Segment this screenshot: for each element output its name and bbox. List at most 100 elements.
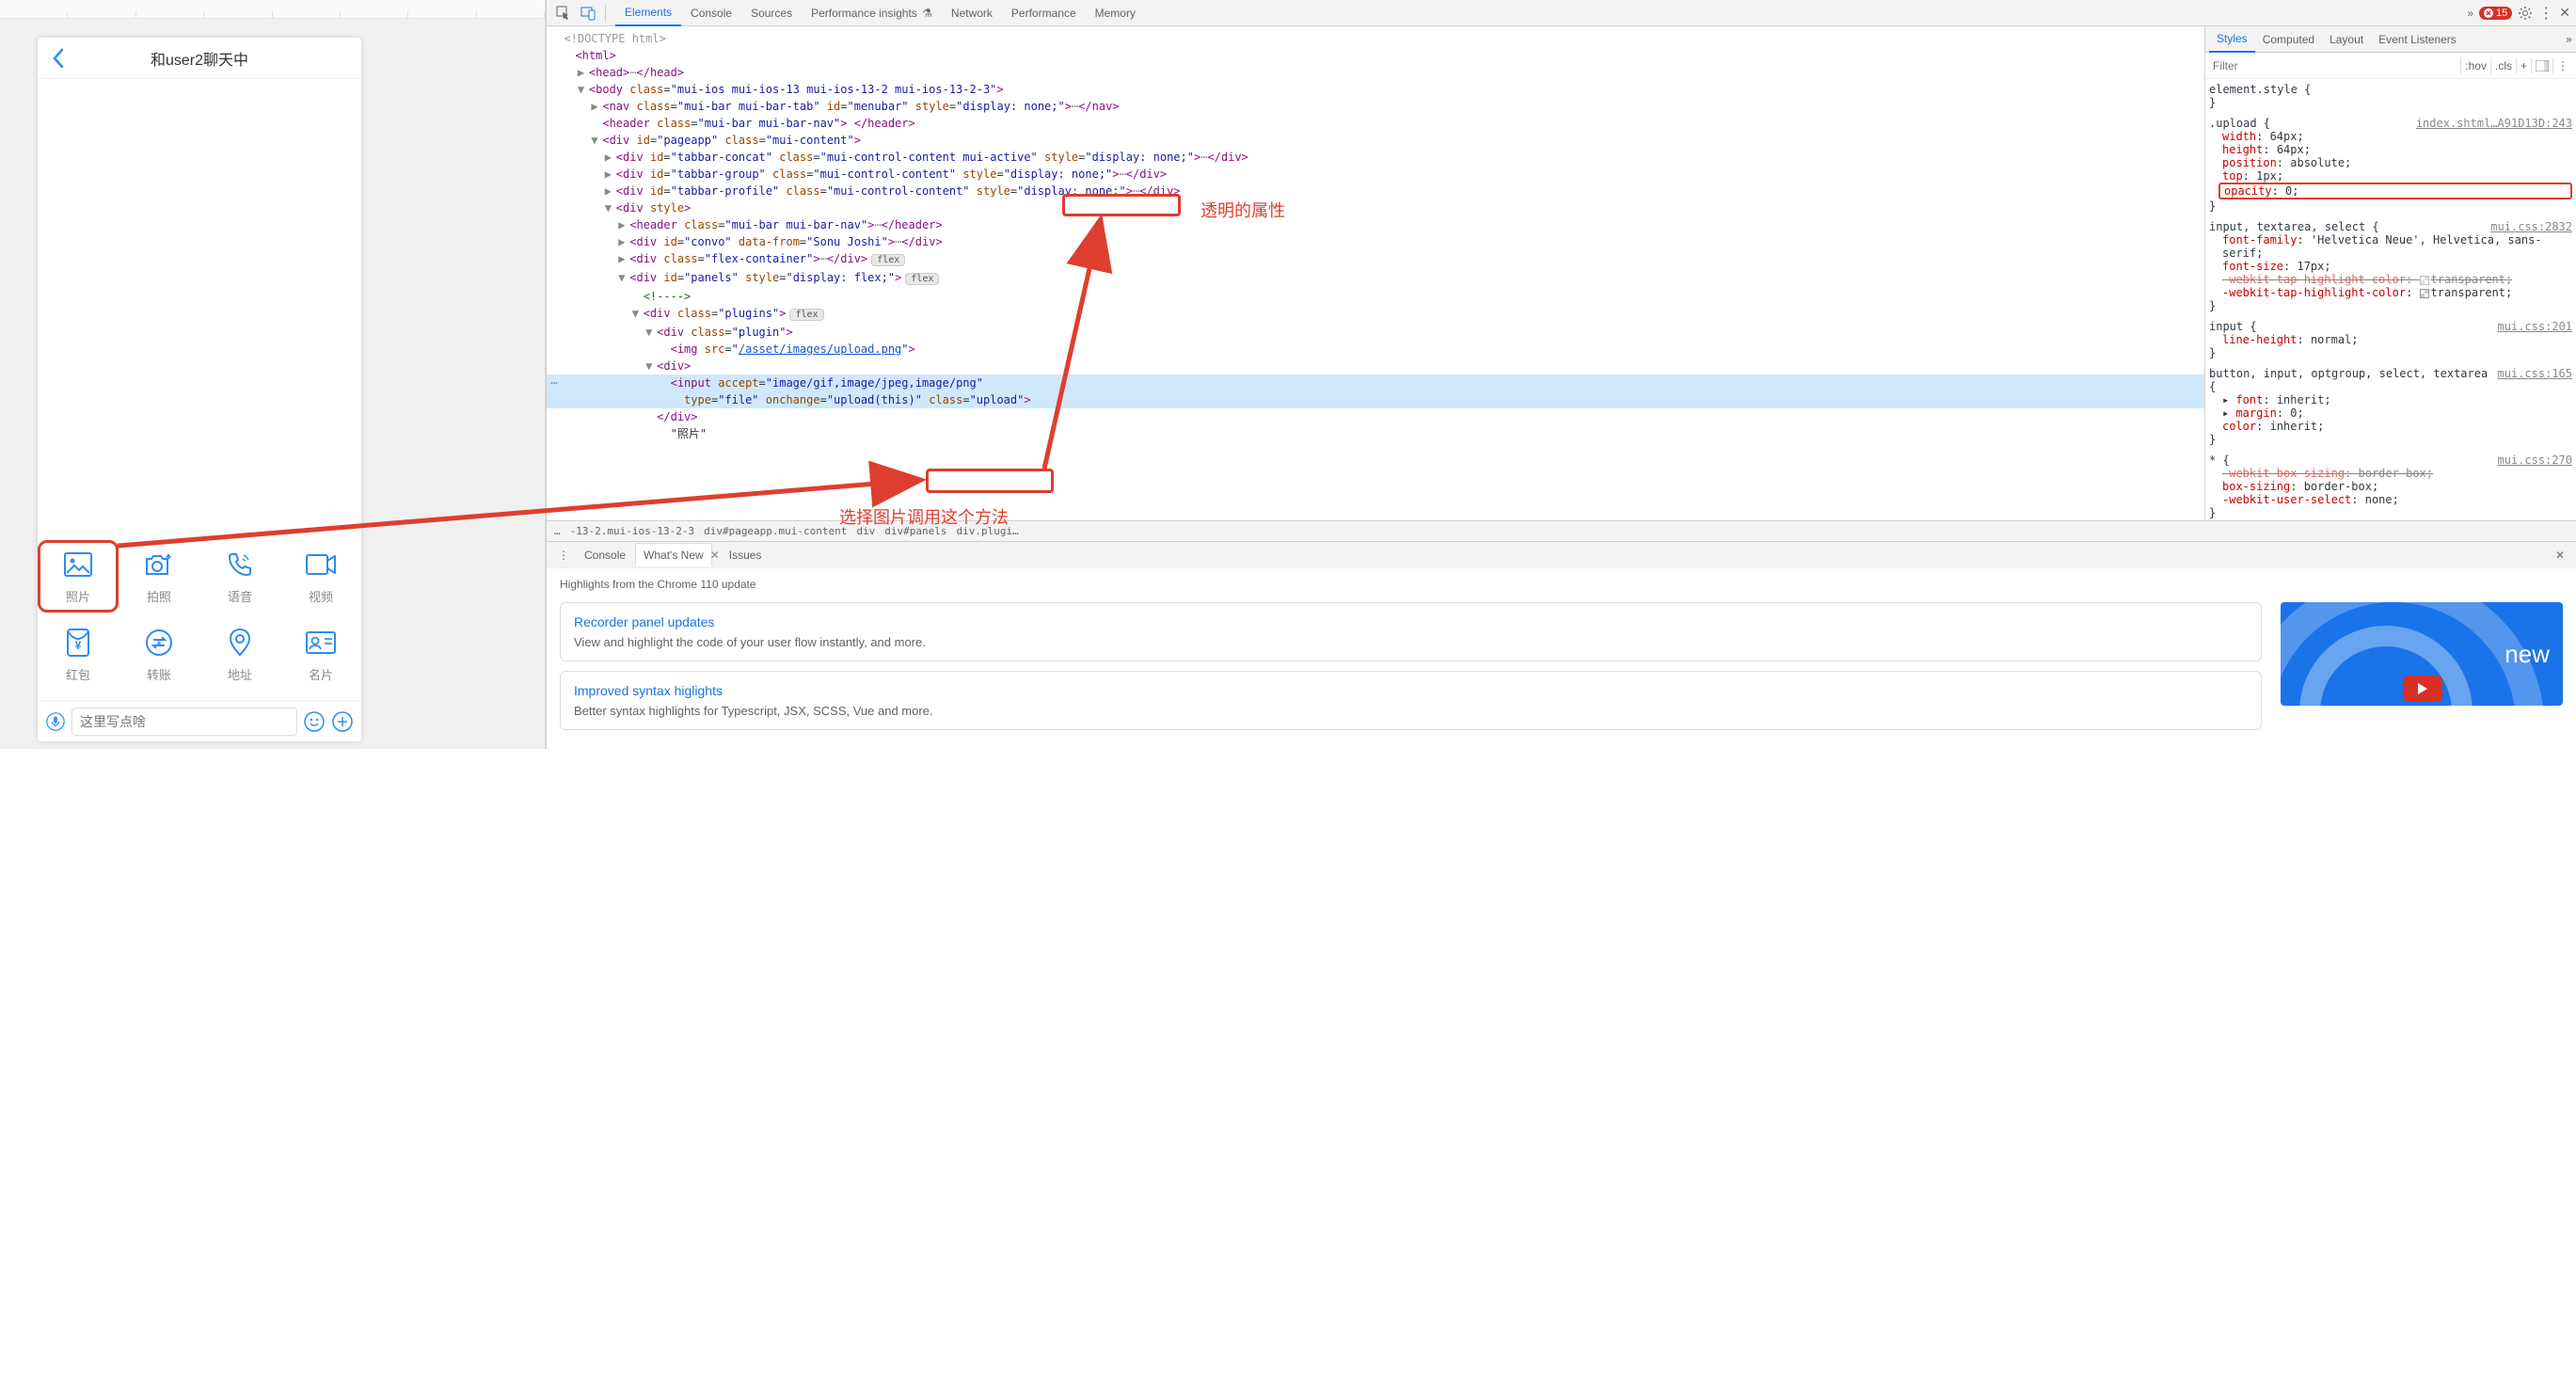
dom-node[interactable]: ▶<div id="tabbar-concat" class="mui-cont… xyxy=(547,149,2204,166)
css-rule[interactable]: index.shtml…A91D13D:243.upload {width: 6… xyxy=(2209,117,2572,213)
dom-node[interactable]: <input accept="image/gif,image/jpeg,imag… xyxy=(547,374,2204,391)
styles-filter-input[interactable] xyxy=(2209,56,2460,76)
plugin-label: 红包 xyxy=(66,665,90,683)
devtools-tab-sources[interactable]: Sources xyxy=(741,1,802,25)
elements-tree[interactable]: <!DOCTYPE html> <html> ▶<head>⋯</head> ▼… xyxy=(547,26,2204,520)
close-whatsnew-tab[interactable]: ✕ xyxy=(710,549,720,562)
styles-tab-styles[interactable]: Styles xyxy=(2209,26,2255,53)
rule-source-link[interactable]: mui.css:201 xyxy=(2498,320,2572,333)
dom-node[interactable]: <header class="mui-bar mui-bar-nav"> </h… xyxy=(547,115,2204,132)
rule-source-link[interactable]: mui.css:165 xyxy=(2498,367,2572,380)
plugin-camera-plus[interactable]: 拍照 xyxy=(119,540,199,613)
css-rule[interactable]: mui.css:270* {-webkit-box-sizing: border… xyxy=(2209,454,2572,519)
dom-node[interactable]: "照片" xyxy=(547,425,2204,442)
dom-node[interactable]: ▼<div id="panels" style="display: flex;"… xyxy=(547,269,2204,288)
dom-node[interactable]: ▼<div class="plugin"> xyxy=(547,324,2204,341)
hov-toggle[interactable]: :hov xyxy=(2460,57,2490,74)
dom-node[interactable]: ▼<div id="pageapp" class="mui-content"> xyxy=(547,132,2204,149)
styles-rules[interactable]: element.style {} index.shtml…A91D13D:243.… xyxy=(2205,79,2576,520)
emoji-button[interactable] xyxy=(303,710,326,733)
dom-doctype[interactable]: <!DOCTYPE html> xyxy=(547,30,2204,47)
card-title[interactable]: Recorder panel updates xyxy=(574,614,2248,629)
dom-node[interactable]: type="file" onchange="upload(this)" clas… xyxy=(547,391,2204,408)
plugin-contact-card[interactable]: 名片 xyxy=(280,618,361,691)
dom-node[interactable]: <!----> xyxy=(547,288,2204,305)
css-rule[interactable]: mui.css:2832input, textarea, select {fon… xyxy=(2209,220,2572,312)
plugin-image[interactable]: 照片 xyxy=(38,540,119,613)
devtools-tab-performance-insights[interactable]: Performance insights ⚗ xyxy=(802,1,942,25)
breadcrumb-item[interactable]: div#panels xyxy=(884,525,946,537)
dom-node[interactable]: ▶<header class="mui-bar mui-bar-nav">⋯</… xyxy=(547,216,2204,233)
styles-tab-event-listeners[interactable]: Event Listeners xyxy=(2371,27,2464,52)
whatsnew-card[interactable]: Recorder panel updatesView and highlight… xyxy=(560,602,2262,661)
close-drawer-button[interactable]: ✕ xyxy=(2550,549,2570,562)
dom-node[interactable]: </div> xyxy=(547,408,2204,425)
plugin-transfer[interactable]: ¥转账 xyxy=(119,618,199,691)
breadcrumb-item[interactable]: div.plugi… xyxy=(957,525,1019,537)
device-toggle-button[interactable] xyxy=(577,2,599,24)
plugin-red-envelope[interactable]: ¥ 红包 xyxy=(38,618,119,691)
dom-node[interactable]: ▶<div id="convo" data-from="Sonu Joshi">… xyxy=(547,233,2204,250)
rule-source-link[interactable]: mui.css:270 xyxy=(2498,454,2572,467)
dom-node[interactable]: <html> xyxy=(547,47,2204,64)
new-rule-button[interactable]: + xyxy=(2516,57,2531,74)
promo-video[interactable]: new xyxy=(2281,602,2563,706)
plugin-phone-sound[interactable]: 语音 xyxy=(199,540,280,613)
dom-node[interactable]: ▶<nav class="mui-bar mui-bar-tab" id="me… xyxy=(547,98,2204,115)
back-button[interactable] xyxy=(38,38,79,79)
plugin-video[interactable]: 视频 xyxy=(280,540,361,613)
styles-filter-bar: :hov .cls + ⋮ xyxy=(2205,53,2576,79)
plugin-location[interactable]: 地址 xyxy=(199,618,280,691)
devtools-tab-performance[interactable]: Performance xyxy=(1002,1,1086,25)
whatsnew-card[interactable]: Improved syntax higlights Better syntax h… xyxy=(560,671,2262,730)
breadcrumb-item[interactable]: … xyxy=(554,525,561,537)
devtools-tab-network[interactable]: Network xyxy=(942,1,1002,25)
drawer-tab-whatsnew[interactable]: What's New xyxy=(635,543,712,566)
menu-button[interactable]: ⋮ xyxy=(2538,4,2553,23)
plugin-label: 语音 xyxy=(228,587,252,605)
drawer-menu-button[interactable]: ⋮ xyxy=(552,549,575,562)
svg-text:¥: ¥ xyxy=(75,639,82,652)
dom-node[interactable]: ▶<head>⋯</head> xyxy=(547,64,2204,81)
more-styles-tabs[interactable]: » xyxy=(2566,33,2572,46)
card-title[interactable]: Improved syntax higlights xyxy=(574,683,2248,698)
dom-node[interactable]: <img src="/asset/images/upload.png"> xyxy=(547,341,2204,358)
css-rule[interactable]: mui.css:201input {line-height: normal;} xyxy=(2209,320,2572,359)
panel-icon xyxy=(2536,60,2549,72)
dom-node[interactable]: ▼<div class="plugins">flex xyxy=(547,305,2204,324)
computed-toggle[interactable] xyxy=(2531,58,2552,73)
styles-tab-layout[interactable]: Layout xyxy=(2322,27,2371,52)
devtools-tab-memory[interactable]: Memory xyxy=(1086,1,1145,25)
drawer-tab-issues[interactable]: Issues xyxy=(722,544,770,566)
breadcrumb[interactable]: … -13-2.mui-ios-13-2-3 div#pageapp.mui-con… xyxy=(547,520,2576,541)
devtools-tab-elements[interactable]: Elements xyxy=(615,0,681,26)
settings-button[interactable] xyxy=(2518,6,2533,21)
more-tabs-button[interactable]: » xyxy=(2467,7,2473,20)
dom-node[interactable]: ▶<div id="tabbar-profile" class="mui-con… xyxy=(547,183,2204,199)
dom-node[interactable]: ▼<div style> xyxy=(547,199,2204,216)
rule-source-link[interactable]: mui.css:2832 xyxy=(2490,220,2572,233)
dom-node[interactable]: ▶<div id="tabbar-group" class="mui-contr… xyxy=(547,166,2204,183)
css-rule[interactable]: mui.css:165button, input, optgroup, sele… xyxy=(2209,367,2572,446)
styles-tab-computed[interactable]: Computed xyxy=(2255,27,2322,52)
card-desc: Better syntax highlights for Typescript,… xyxy=(574,704,2248,718)
css-rule[interactable]: element.style {} xyxy=(2209,83,2572,109)
dom-node[interactable]: ▼<body class="mui-ios mui-ios-13 mui-ios… xyxy=(547,81,2204,98)
close-devtools-button[interactable]: ✕ xyxy=(2559,5,2570,21)
drawer-tab-console[interactable]: Console xyxy=(577,544,633,566)
dom-node[interactable]: ▼<div> xyxy=(547,358,2204,374)
styles-sidebar: StylesComputedLayoutEvent Listeners » :ho… xyxy=(2204,26,2576,520)
more-styles-button[interactable]: ⋮ xyxy=(2552,57,2572,74)
rule-source-link[interactable]: index.shtml…A91D13D:243 xyxy=(2416,117,2572,130)
voice-input-button[interactable] xyxy=(45,711,66,732)
inspect-element-button[interactable] xyxy=(552,2,575,24)
dom-node[interactable]: ▶<div class="flex-container">⋯</div>flex xyxy=(547,250,2204,269)
error-count-badge[interactable]: 15 xyxy=(2479,7,2512,20)
message-input[interactable] xyxy=(72,708,297,736)
breadcrumb-item[interactable]: div#pageapp.mui-content xyxy=(704,525,847,537)
add-button[interactable] xyxy=(331,710,354,733)
breadcrumb-item[interactable]: -13-2.mui-ios-13-2-3 xyxy=(570,525,694,537)
devtools-tab-console[interactable]: Console xyxy=(681,1,741,25)
cls-toggle[interactable]: .cls xyxy=(2490,57,2516,74)
breadcrumb-item[interactable]: div xyxy=(856,525,875,537)
